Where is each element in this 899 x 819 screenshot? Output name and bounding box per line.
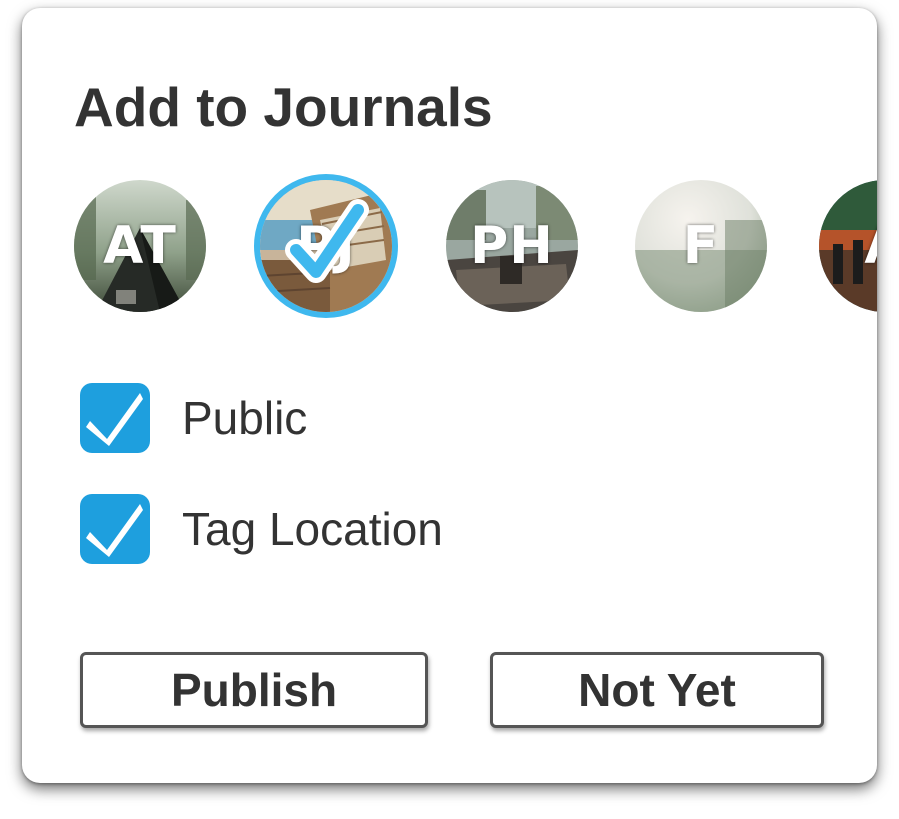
journal-initials: A xyxy=(819,180,877,312)
journal-avatar-at[interactable]: AT xyxy=(74,180,206,312)
journal-initials: PH xyxy=(470,216,554,276)
public-checkbox[interactable] xyxy=(80,383,150,453)
not-yet-button[interactable]: Not Yet xyxy=(490,652,824,728)
tag-location-label: Tag Location xyxy=(182,503,443,555)
public-label: Public xyxy=(182,392,308,444)
add-to-journals-dialog: Add to Journals AT PJ PH F Public Tag Lo… xyxy=(22,8,877,783)
journal-avatar-pj[interactable]: PJ xyxy=(260,180,392,312)
tag-location-checkbox[interactable] xyxy=(80,494,150,564)
selected-check-icon xyxy=(285,199,369,283)
checkmark-icon xyxy=(86,504,143,557)
tag-location-option[interactable]: Tag Location xyxy=(80,494,443,564)
checkmark-icon xyxy=(86,393,143,446)
journal-avatar-f[interactable]: F xyxy=(635,180,767,312)
journal-initials: AT xyxy=(103,216,177,276)
publish-button[interactable]: Publish xyxy=(80,652,428,728)
journal-avatar-ph[interactable]: PH xyxy=(446,180,578,312)
public-option[interactable]: Public xyxy=(80,383,307,453)
journal-avatar-a[interactable]: A xyxy=(819,180,877,312)
journal-carousel[interactable]: AT PJ PH F xyxy=(22,168,877,328)
dialog-title: Add to Journals xyxy=(74,76,493,138)
journal-initials: F xyxy=(682,216,720,276)
